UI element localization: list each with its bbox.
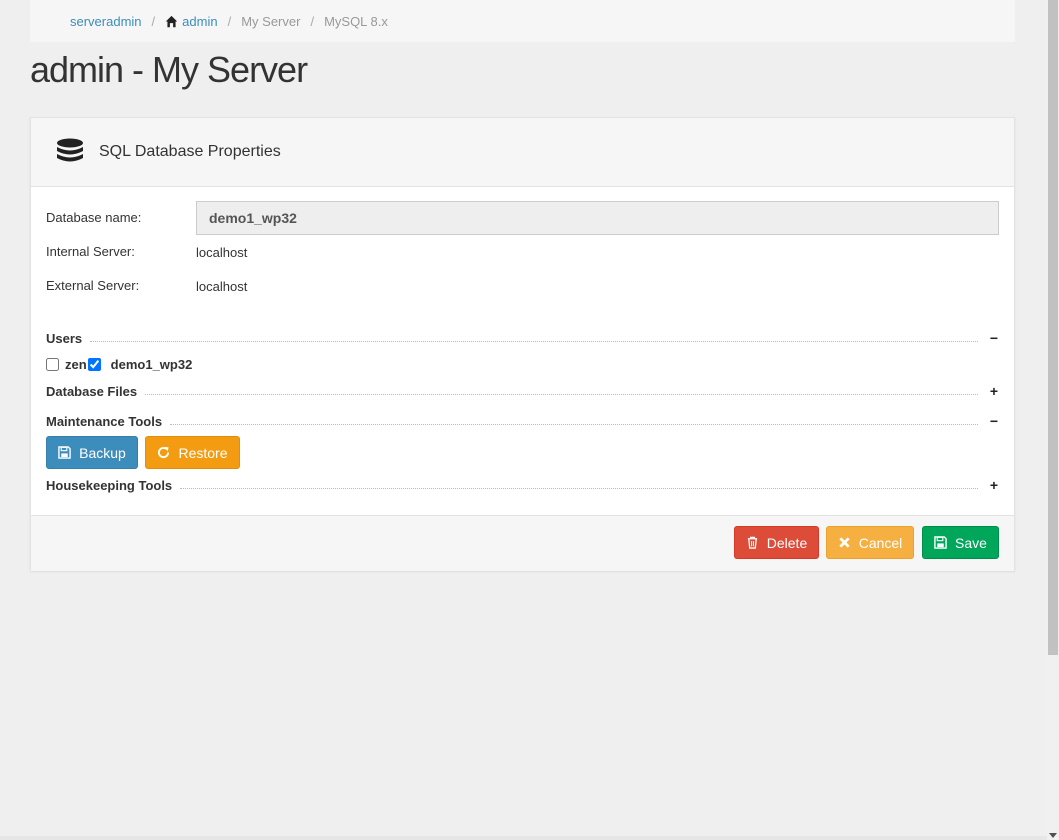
- breadcrumb-mysql: MySQL 8.x: [324, 13, 388, 29]
- collapse-icon[interactable]: −: [988, 413, 1000, 429]
- refresh-icon: [158, 446, 170, 459]
- trash-icon: [747, 536, 757, 549]
- user-list: zen demo1_wp32: [46, 357, 192, 372]
- close-icon: [839, 537, 850, 548]
- expand-icon[interactable]: +: [988, 477, 1000, 493]
- breadcrumb-my-server: My Server: [241, 13, 301, 29]
- restore-button-label: Restore: [178, 444, 228, 461]
- internal-server-label: Internal Server:: [46, 244, 135, 259]
- properties-card: SQL Database Properties Database name: I…: [30, 117, 1015, 571]
- section-housekeeping-tools[interactable]: Housekeeping Tools +: [46, 476, 1000, 494]
- breadcrumb-serveradmin[interactable]: serveradmin: [70, 14, 142, 29]
- database-icon: [57, 138, 83, 162]
- section-divider: [90, 340, 978, 342]
- card-footer: Delete Cancel Save: [31, 515, 1014, 571]
- db-name-label: Database name:: [46, 210, 142, 225]
- delete-button-label: Delete: [766, 534, 808, 551]
- breadcrumb-separator: /: [227, 13, 232, 29]
- save-icon: [934, 536, 947, 549]
- scrollbar-thumb[interactable]: [1048, 0, 1058, 655]
- home-icon: [165, 15, 178, 27]
- breadcrumb-separator: /: [151, 13, 156, 29]
- delete-button[interactable]: Delete: [734, 526, 819, 559]
- section-maintenance-tools[interactable]: Maintenance Tools −: [46, 412, 1000, 430]
- db-name-input[interactable]: [196, 201, 999, 235]
- horizontal-scrollbar[interactable]: [0, 836, 1047, 840]
- collapse-icon[interactable]: −: [988, 330, 1000, 346]
- section-users-label: Users: [46, 330, 83, 346]
- cancel-button-label: Cancel: [858, 534, 903, 551]
- section-housekeeping-label: Housekeeping Tools: [46, 477, 173, 493]
- card-title: SQL Database Properties: [99, 143, 281, 160]
- section-files-label: Database Files: [46, 383, 138, 399]
- section-users[interactable]: Users −: [46, 329, 1000, 347]
- user-checkbox-demo1-wp32[interactable]: [87, 358, 101, 371]
- breadcrumb: serveradmin / admin / My Server / MySQL …: [30, 0, 1015, 42]
- card-header: SQL Database Properties: [31, 118, 1014, 187]
- section-divider: [170, 423, 978, 425]
- restore-button[interactable]: Restore: [145, 436, 240, 469]
- breadcrumb-admin-label: admin: [182, 13, 218, 29]
- cancel-button[interactable]: Cancel: [826, 526, 914, 559]
- breadcrumb-admin[interactable]: admin: [165, 13, 218, 29]
- save-button[interactable]: Save: [922, 526, 999, 559]
- breadcrumb-separator: /: [310, 13, 315, 29]
- scroll-down-icon[interactable]: [1049, 833, 1057, 838]
- section-database-files[interactable]: Database Files +: [46, 382, 1000, 400]
- save-button-label: Save: [955, 534, 987, 551]
- user-label-demo1-wp32: demo1_wp32: [110, 357, 193, 372]
- backup-button-label: Backup: [79, 444, 126, 461]
- expand-icon[interactable]: +: [988, 383, 1000, 399]
- page-title: admin - My Server: [30, 49, 308, 90]
- backup-button[interactable]: Backup: [46, 436, 138, 469]
- section-maintenance-label: Maintenance Tools: [46, 413, 163, 429]
- user-label-zen: zen: [65, 357, 87, 372]
- section-divider: [180, 487, 978, 489]
- section-divider: [145, 393, 978, 395]
- save-icon: [58, 446, 71, 459]
- user-checkbox-zen[interactable]: [46, 358, 59, 371]
- external-server-value: localhost: [196, 279, 248, 294]
- internal-server-value: localhost: [196, 245, 248, 260]
- external-server-label: External Server:: [46, 278, 140, 293]
- vertical-scrollbar[interactable]: [1047, 0, 1059, 840]
